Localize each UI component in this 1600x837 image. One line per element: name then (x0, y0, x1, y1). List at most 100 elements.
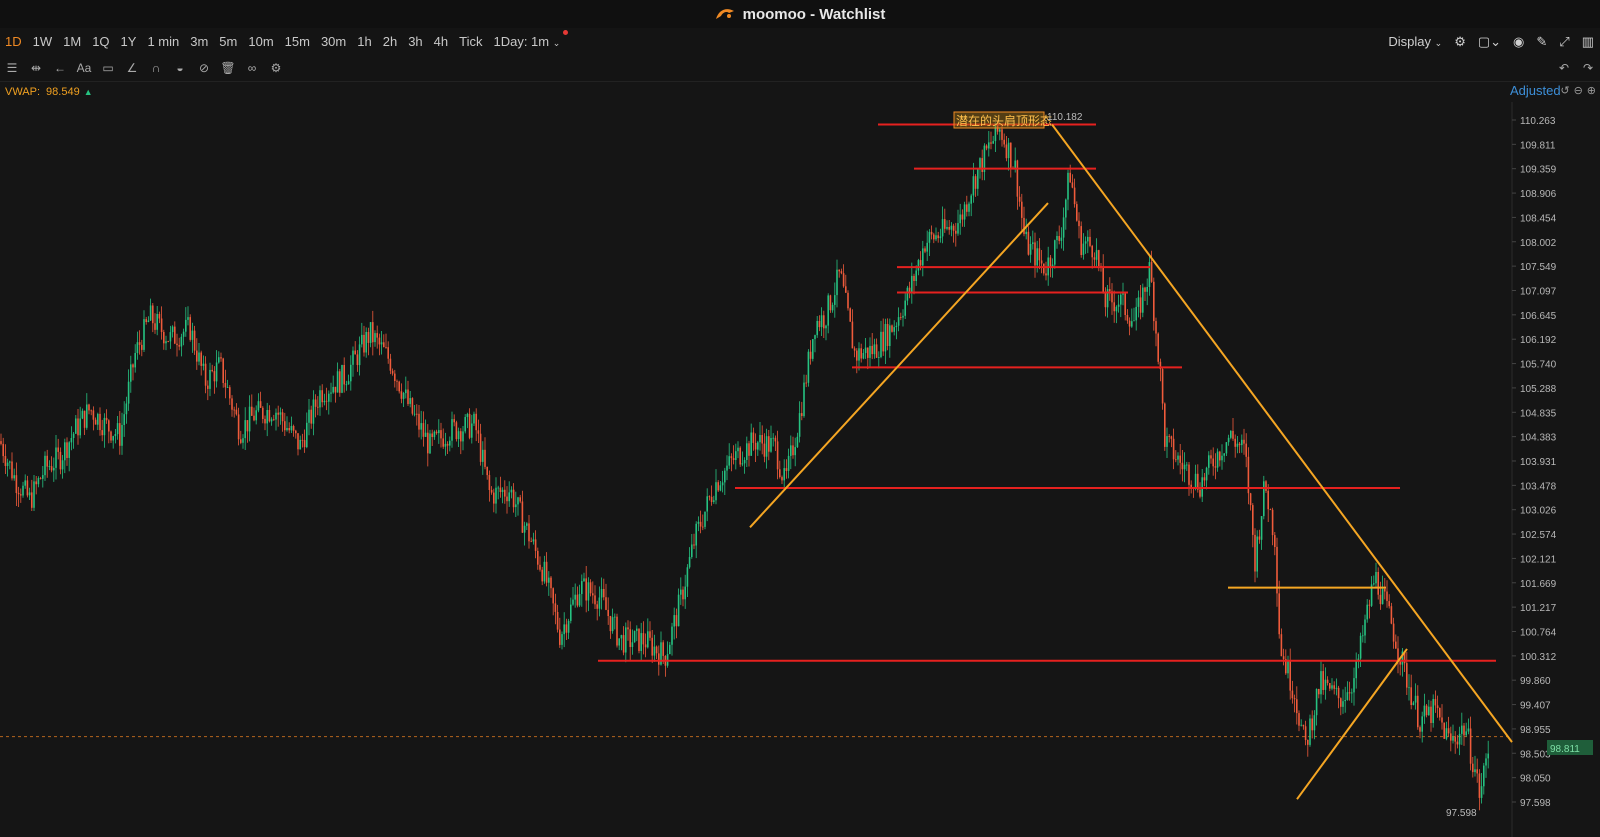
expand-icon[interactable]: ⤢ (1559, 34, 1569, 50)
candle-body (774, 437, 777, 442)
period-10m[interactable]: 10m (243, 34, 279, 49)
text-icon[interactable]: Aa (72, 57, 96, 79)
period-3h[interactable]: 3h (403, 34, 428, 49)
candle-body (677, 594, 680, 627)
zoom-in-icon[interactable]: ⊕ (1587, 84, 1596, 97)
candle-body (1353, 678, 1355, 693)
candle-body (915, 270, 917, 281)
candle-body (1309, 718, 1311, 745)
candle-body (479, 433, 482, 462)
undo-icon[interactable]: ↶ (1552, 57, 1576, 79)
candle-body (607, 609, 609, 616)
reset-icon[interactable]: ↺ (1560, 84, 1569, 97)
candle-body (1001, 129, 1003, 140)
candle-body (1289, 660, 1291, 691)
candle-body (732, 458, 735, 460)
candle-body (1430, 706, 1432, 723)
zoom-out-icon[interactable]: ⊖ (1574, 84, 1583, 97)
redo-icon[interactable]: ↷ (1576, 57, 1600, 79)
candle-body (53, 467, 55, 471)
candle-body (1157, 333, 1159, 362)
camera-icon[interactable]: ◉ (1513, 34, 1524, 50)
candle-body (255, 410, 257, 421)
candle-body (627, 627, 629, 630)
period-5m[interactable]: 5m (214, 34, 243, 49)
candle-body (510, 489, 513, 493)
vwap-value: 98.549 (46, 86, 80, 98)
price-axis: 110.263 109.811 109.359 108.906 108.454 108.0… (0, 102, 1600, 837)
candle-body (363, 334, 365, 353)
settings-icon[interactable]: ⚙ (264, 57, 288, 79)
candle-body (209, 369, 211, 389)
candle-body (372, 322, 374, 343)
candle-body (1036, 248, 1038, 266)
hide-icon[interactable]: ⊘ (192, 57, 216, 79)
candle-body (1293, 698, 1296, 700)
candle-body (878, 357, 880, 358)
display-button[interactable]: Display ⌄ (1388, 34, 1442, 49)
candle-body (422, 423, 425, 437)
candle-body (321, 390, 323, 403)
price-chart[interactable]: 110.263 109.811 109.359 108.906 108.454 108.0… (0, 102, 1600, 837)
candle-body (391, 370, 394, 374)
period-1m[interactable]: 1M (58, 34, 87, 49)
link-icon[interactable]: ∞ (240, 57, 264, 79)
period-1min[interactable]: 1 min (142, 34, 185, 49)
candle-body (1263, 481, 1265, 517)
candle-body (336, 371, 339, 393)
gear-icon[interactable]: ⚙ (1454, 34, 1466, 50)
comment-icon[interactable]: ▭ (96, 57, 120, 79)
candle-body (1428, 706, 1430, 716)
sidebar-toggle-icon[interactable]: ▥ (1582, 34, 1594, 50)
candle-body (757, 442, 759, 450)
line-tool-icon[interactable]: ∠ (120, 57, 144, 79)
candle-body (1183, 464, 1186, 470)
candle-body (895, 325, 898, 328)
period-2h[interactable]: 2h (378, 34, 403, 49)
axis-tick-label: 106.645 (1520, 311, 1557, 322)
candle-body (1144, 287, 1146, 292)
candle-body (935, 235, 937, 240)
candle-body (1126, 315, 1129, 321)
magnet-icon[interactable]: ∩ (144, 57, 168, 79)
candle-body (970, 195, 972, 204)
period-3m[interactable]: 3m (185, 34, 214, 49)
indicator-bar: VWAP: 98.549 ▲ (0, 82, 1600, 102)
range-icon[interactable]: ⇹ (24, 57, 48, 79)
candle-body (1029, 244, 1032, 255)
candle-body (429, 433, 431, 454)
period-1y[interactable]: 1Y (116, 34, 143, 49)
period-1w[interactable]: 1W (28, 34, 59, 49)
period-15m[interactable]: 15m (280, 34, 316, 49)
candle-body (1069, 172, 1071, 183)
period-1h[interactable]: 1h (352, 34, 377, 49)
eye-icon[interactable]: ◒ (168, 57, 192, 79)
candle-body (1280, 634, 1283, 657)
candle-body (638, 628, 640, 651)
period-1q[interactable]: 1Q (87, 34, 115, 49)
axis-tick-label: 107.549 (1520, 262, 1557, 273)
period-30m[interactable]: 30m (316, 34, 352, 49)
adjusted-label[interactable]: Adjusted (1510, 83, 1562, 98)
period-tick[interactable]: Tick (454, 34, 488, 49)
candle-body (880, 331, 882, 358)
candle-body (1067, 172, 1069, 200)
period-4h[interactable]: 4h (429, 34, 454, 49)
candle-body (345, 384, 348, 386)
period-1d[interactable]: 1D (0, 34, 28, 49)
candle-body (114, 434, 117, 437)
layout-icon[interactable]: ▢⌄ (1478, 34, 1501, 50)
candle-body (512, 489, 515, 508)
drawing-toolbar: ☰ ⇹ ← Aa ▭ ∠ ∩ ◒ ⊘ 🗑 ∞ ⚙ ↶ ↷ (0, 55, 1600, 82)
list-icon[interactable]: ☰ (0, 57, 24, 79)
arrow-left-icon[interactable]: ← (48, 57, 72, 79)
candle-body (244, 420, 246, 439)
pen-icon[interactable]: ✎ (1536, 34, 1547, 50)
candle-body (191, 330, 194, 340)
candle-body (405, 389, 407, 394)
candle-body (972, 176, 975, 196)
candle-body (1267, 490, 1269, 510)
trash-icon[interactable]: 🗑 (216, 57, 240, 79)
period-dropdown[interactable]: 1Day: 1m ⌄ (488, 30, 569, 49)
candle-body (215, 362, 218, 382)
